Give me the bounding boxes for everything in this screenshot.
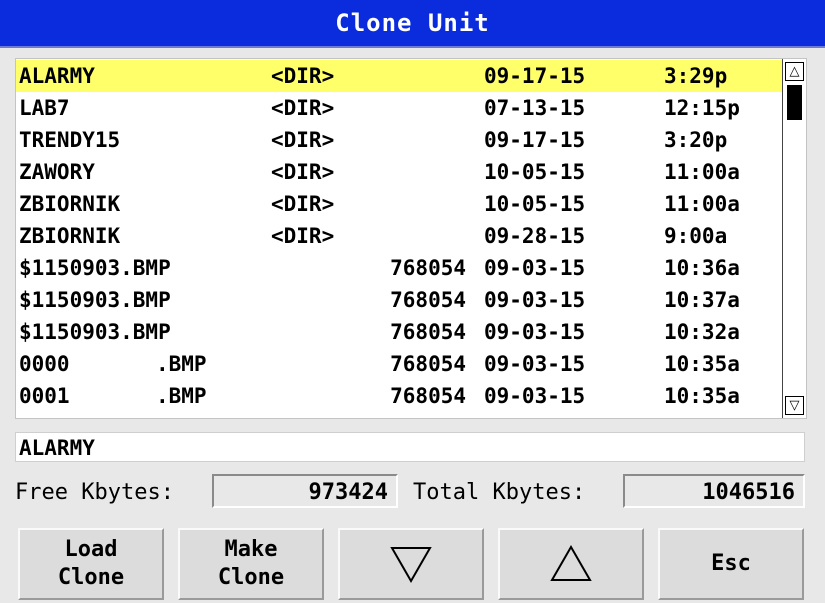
file-row-size: 768054 (390, 320, 466, 344)
file-row[interactable]: $1150903.BMP 768054 09-03-15 10:37a (16, 284, 782, 316)
scroll-down-icon[interactable]: ▽ (785, 396, 804, 415)
file-row[interactable]: ZBIORNIK <DIR> 10-05-15 11:00a (16, 188, 782, 220)
file-list-rows: ALARMY <DIR> 09-17-15 3:29p LAB7 <DIR> 07-13-1… (16, 60, 782, 412)
file-row-name: $1150903.BMP (19, 288, 171, 312)
file-list[interactable]: ALARMY <DIR> 09-17-15 3:29p LAB7 <DIR> 07-13-1… (15, 58, 807, 419)
file-row-name: LAB7 (19, 96, 70, 120)
file-row-time: 11:00a (664, 192, 740, 216)
file-row-name: ZAWORY (19, 160, 95, 184)
load-clone-button[interactable]: Load Clone (18, 528, 164, 600)
file-row-dir: <DIR> (271, 160, 335, 184)
file-row-ext: .BMP (156, 384, 207, 408)
scrollbar[interactable]: △ ▽ (782, 59, 806, 418)
file-row-size: 768054 (390, 352, 466, 376)
file-row-ext: .BMP (156, 352, 207, 376)
file-row-name: 0000 (19, 352, 70, 376)
file-row-date: 09-03-15 (484, 384, 586, 408)
file-row[interactable]: $1150903.BMP 768054 09-03-15 10:36a (16, 252, 782, 284)
file-row[interactable]: ZBIORNIK <DIR> 09-28-15 9:00a (16, 220, 782, 252)
esc-label: Esc (711, 551, 751, 576)
file-row-size: 768054 (390, 384, 466, 408)
file-row-date: 10-05-15 (484, 160, 586, 184)
file-row-time: 3:20p (664, 128, 728, 152)
total-kbytes-value: 1046516 (623, 474, 805, 508)
file-row-time: 11:00a (664, 160, 740, 184)
triangle-up-icon (549, 544, 593, 584)
file-row[interactable]: 0001 .BMP 768054 09-03-15 10:35a (16, 380, 782, 412)
file-row-date: 09-03-15 (484, 320, 586, 344)
file-row-dir: <DIR> (271, 128, 335, 152)
scroll-up-icon[interactable]: △ (785, 62, 804, 81)
file-row-date: 07-13-15 (484, 96, 586, 120)
load-clone-label-1: Load (64, 537, 118, 562)
load-clone-label-2: Clone (57, 565, 125, 590)
file-row-time: 3:29p (664, 64, 728, 88)
make-clone-button[interactable]: Make Clone (178, 528, 324, 600)
file-row-dir: <DIR> (271, 224, 335, 248)
free-kbytes-value: 973424 (212, 474, 398, 508)
make-clone-label-1: Make (224, 537, 278, 562)
esc-button[interactable]: Esc (658, 528, 804, 600)
file-row-size: 768054 (390, 288, 466, 312)
file-row-name: TRENDY15 (19, 128, 121, 152)
file-row-name: ALARMY (19, 64, 95, 88)
free-kbytes-label: Free Kbytes: (15, 480, 174, 505)
file-row-time: 10:37a (664, 288, 740, 312)
file-row-name: $1150903.BMP (19, 256, 171, 280)
file-row-dir: <DIR> (271, 64, 335, 88)
file-row-time: 10:35a (664, 384, 740, 408)
file-row-name: $1150903.BMP (19, 320, 171, 344)
make-clone-label-2: Clone (217, 565, 285, 590)
file-row[interactable]: ZAWORY <DIR> 10-05-15 11:00a (16, 156, 782, 188)
file-row-date: 09-17-15 (484, 64, 586, 88)
window-title: Clone Unit (335, 9, 490, 37)
selected-file-field[interactable]: ALARMY (15, 432, 805, 462)
file-row[interactable]: 0000 .BMP 768054 09-03-15 10:35a (16, 348, 782, 380)
file-row-date: 09-28-15 (484, 224, 586, 248)
file-row-name: 0001 (19, 384, 70, 408)
file-row-time: 10:32a (664, 320, 740, 344)
file-row[interactable]: TRENDY15 <DIR> 09-17-15 3:20p (16, 124, 782, 156)
file-row-date: 09-03-15 (484, 288, 586, 312)
file-row-dir: <DIR> (271, 96, 335, 120)
file-row-date: 09-03-15 (484, 352, 586, 376)
file-row-name: ZBIORNIK (19, 192, 121, 216)
triangle-down-icon (389, 544, 433, 584)
file-row-date: 09-03-15 (484, 256, 586, 280)
total-kbytes-label: Total Kbytes: (413, 480, 586, 505)
file-row-name: ZBIORNIK (19, 224, 121, 248)
file-row-time: 12:15p (664, 96, 740, 120)
file-row[interactable]: LAB7 <DIR> 07-13-15 12:15p (16, 92, 782, 124)
window-title-bar: Clone Unit (0, 0, 825, 48)
page-down-button[interactable] (338, 528, 484, 600)
file-row[interactable]: ALARMY <DIR> 09-17-15 3:29p (16, 60, 782, 92)
file-row-time: 10:36a (664, 256, 740, 280)
file-row-dir: <DIR> (271, 192, 335, 216)
file-row-size: 768054 (390, 256, 466, 280)
page-up-button[interactable] (498, 528, 644, 600)
scrollbar-thumb[interactable] (787, 85, 802, 120)
file-row-time: 10:35a (664, 352, 740, 376)
file-row-time: 9:00a (664, 224, 728, 248)
file-row-date: 10-05-15 (484, 192, 586, 216)
file-row[interactable]: $1150903.BMP 768054 09-03-15 10:32a (16, 316, 782, 348)
file-row-date: 09-17-15 (484, 128, 586, 152)
